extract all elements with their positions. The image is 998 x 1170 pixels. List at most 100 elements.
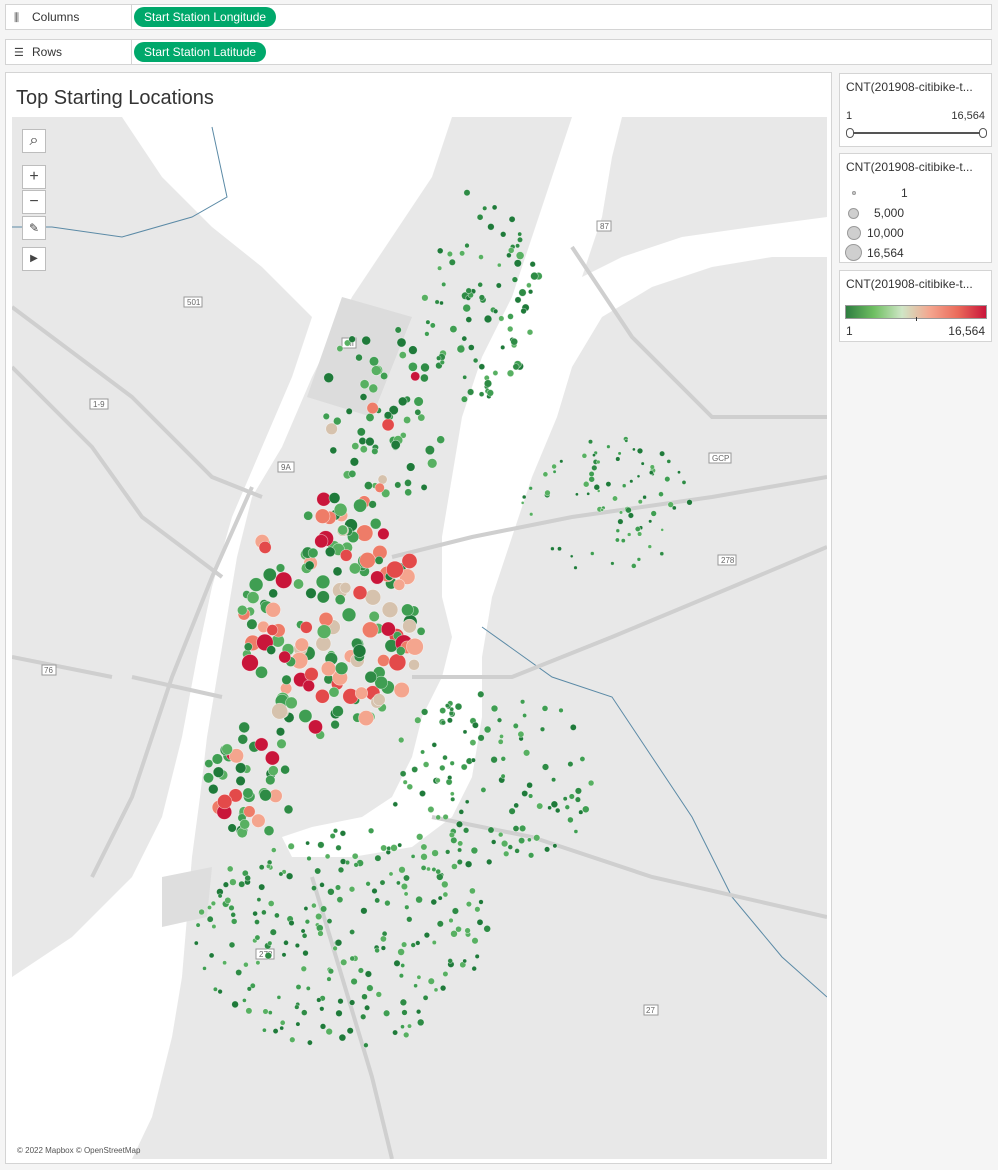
station-mark xyxy=(625,506,632,514)
station-mark xyxy=(314,867,322,875)
station-mark xyxy=(275,727,286,737)
station-mark xyxy=(439,300,444,306)
station-mark xyxy=(246,986,252,992)
station-mark xyxy=(574,796,581,803)
station-mark xyxy=(336,345,344,353)
station-mark xyxy=(408,345,418,355)
zoom-in-icon[interactable]: + xyxy=(22,165,46,189)
station-mark xyxy=(448,258,456,266)
station-mark xyxy=(477,734,485,742)
station-mark xyxy=(380,844,388,852)
station-mark xyxy=(258,864,265,871)
station-mark xyxy=(211,753,223,765)
station-mark xyxy=(361,993,368,1001)
station-mark xyxy=(449,791,455,797)
station-mark xyxy=(471,721,479,729)
station-mark xyxy=(449,760,455,766)
station-mark xyxy=(465,287,472,294)
map-canvas[interactable]: 87 501 HI 1-9 9A GCP 278 76 278 27 xyxy=(12,117,827,1159)
station-mark xyxy=(320,661,337,677)
station-mark xyxy=(529,512,534,517)
station-mark xyxy=(283,939,289,946)
columns-pill[interactable]: Start Station Longitude xyxy=(134,7,277,27)
station-mark xyxy=(403,874,410,882)
station-mark xyxy=(575,492,579,497)
station-mark xyxy=(374,897,381,904)
station-mark xyxy=(295,1021,301,1027)
station-mark xyxy=(354,686,369,700)
station-mark xyxy=(289,1036,296,1043)
station-mark xyxy=(242,998,247,1003)
station-mark xyxy=(404,904,410,910)
station-mark xyxy=(435,777,441,784)
station-mark xyxy=(648,519,653,524)
station-mark xyxy=(238,721,250,734)
station-mark xyxy=(427,977,435,985)
station-mark xyxy=(212,766,225,778)
station-mark xyxy=(315,574,331,590)
station-mark xyxy=(421,294,429,302)
station-mark xyxy=(414,408,422,416)
filter-max-handle[interactable] xyxy=(979,128,987,138)
station-mark xyxy=(370,570,385,585)
station-mark xyxy=(339,858,347,865)
station-mark xyxy=(508,215,516,223)
station-mark xyxy=(496,262,502,268)
station-mark xyxy=(348,469,357,478)
shield-1-9: 1-9 xyxy=(93,400,105,409)
station-mark xyxy=(381,930,388,937)
station-mark xyxy=(364,1004,371,1011)
station-mark xyxy=(686,499,693,506)
pin-map-icon[interactable]: ✎ xyxy=(22,216,46,240)
filter-min-handle[interactable] xyxy=(846,128,854,138)
station-mark xyxy=(410,854,416,859)
station-mark xyxy=(377,654,390,667)
station-mark xyxy=(334,661,349,675)
station-mark xyxy=(238,880,246,888)
station-mark xyxy=(243,642,253,652)
station-mark xyxy=(403,1031,410,1039)
station-mark xyxy=(483,725,492,734)
station-mark xyxy=(590,551,595,556)
station-mark xyxy=(455,820,464,828)
station-mark xyxy=(658,491,664,498)
station-mark xyxy=(348,335,356,343)
expand-toolbar-icon[interactable]: ▶ xyxy=(22,247,46,271)
station-mark xyxy=(627,512,635,519)
station-mark xyxy=(265,602,281,618)
map-view[interactable]: 87 501 HI 1-9 9A GCP 278 76 278 27 ⌕ + −… xyxy=(12,117,827,1159)
station-mark xyxy=(425,319,431,325)
zoom-out-icon[interactable]: − xyxy=(22,190,46,214)
filter-title: CNT(201908-citibike-t... xyxy=(846,80,973,94)
station-mark xyxy=(374,854,382,862)
station-mark xyxy=(406,783,414,791)
station-mark xyxy=(482,205,488,211)
station-mark xyxy=(660,528,665,532)
station-mark xyxy=(303,906,309,911)
station-mark xyxy=(450,796,456,802)
search-icon[interactable]: ⌕ xyxy=(22,129,46,153)
station-mark xyxy=(221,743,233,755)
station-mark xyxy=(449,325,458,334)
station-mark xyxy=(274,912,280,919)
station-mark xyxy=(248,577,264,592)
rows-pill[interactable]: Start Station Latitude xyxy=(134,42,267,62)
station-mark xyxy=(359,445,368,454)
station-mark xyxy=(316,997,322,1003)
station-mark xyxy=(465,316,473,323)
station-mark xyxy=(388,653,407,672)
station-mark xyxy=(335,1009,343,1017)
station-mark xyxy=(514,848,520,854)
station-mark xyxy=(339,549,353,562)
station-mark xyxy=(520,501,525,505)
station-mark xyxy=(441,880,449,889)
station-mark xyxy=(615,528,621,533)
size-dot xyxy=(848,208,859,219)
station-mark xyxy=(462,958,468,964)
station-mark xyxy=(302,949,309,957)
station-mark xyxy=(422,994,429,1001)
station-mark xyxy=(307,547,319,559)
station-mark xyxy=(226,865,234,873)
station-mark xyxy=(522,713,528,718)
station-mark xyxy=(517,730,525,738)
